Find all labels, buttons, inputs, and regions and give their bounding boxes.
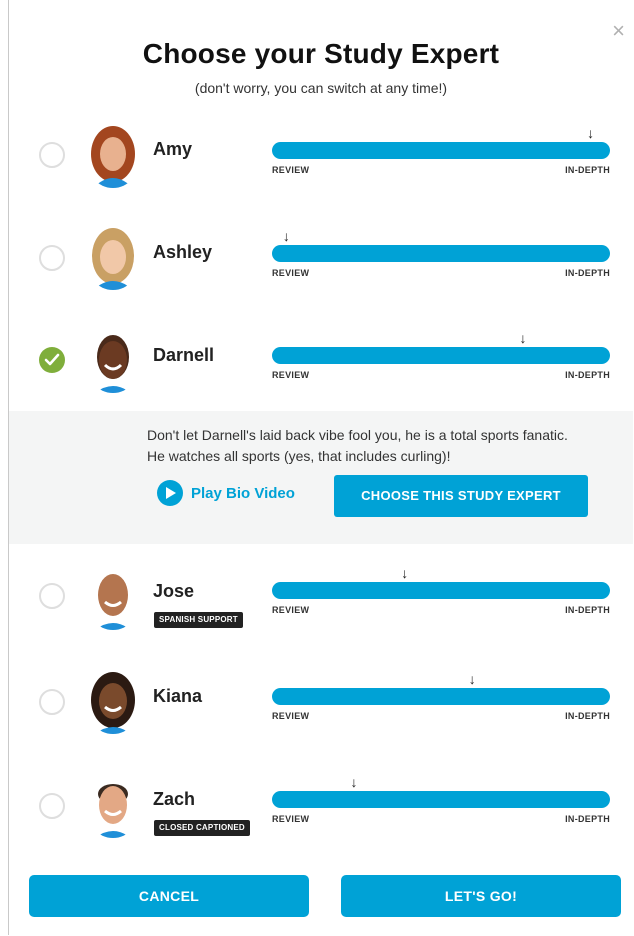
down-arrow-icon: ↓ — [282, 228, 290, 244]
depth-bar — [272, 582, 610, 599]
expert-name-darnell: Darnell — [153, 345, 215, 365]
expert-row-ashley[interactable]: Ashley ↓ REVIEW IN-DEPTH — [9, 206, 633, 310]
depth-scale-zach: ↓ REVIEW IN-DEPTH — [272, 775, 610, 825]
depth-scale-ashley: ↓ REVIEW IN-DEPTH — [272, 229, 610, 279]
radio-button-kiana[interactable] — [39, 689, 65, 715]
expert-row-jose[interactable]: Jose SPANISH SUPPORT ↓ REVIEW IN-DEPTH — [9, 544, 633, 651]
radio-button-darnell[interactable] — [39, 347, 65, 373]
avatar-kiana — [85, 670, 141, 734]
play-icon — [157, 480, 183, 506]
page-subtitle: (don't worry, you can switch at any time… — [194, 80, 448, 96]
in-depth-label: IN-DEPTH — [565, 814, 610, 824]
closed-captioned-badge: CLOSED CAPTIONED — [154, 820, 250, 836]
cancel-button[interactable]: CANCEL — [29, 875, 309, 917]
depth-bar — [272, 688, 610, 705]
expert-name-ashley: Ashley — [153, 242, 213, 262]
review-label: REVIEW — [272, 814, 310, 824]
depth-scale-darnell: ↓ REVIEW IN-DEPTH — [272, 331, 610, 381]
down-arrow-icon: ↓ — [587, 125, 595, 141]
expert-row-amy[interactable]: Amy ↓ REVIEW IN-DEPTH — [9, 102, 633, 207]
in-depth-label: IN-DEPTH — [565, 165, 610, 175]
avatar-zach — [85, 774, 141, 838]
checkmark-icon — [44, 353, 60, 366]
depth-scale-jose: ↓ REVIEW IN-DEPTH — [272, 566, 610, 616]
review-label: REVIEW — [272, 370, 310, 380]
expert-name-amy: Amy — [153, 139, 193, 159]
expert-row-darnell[interactable]: Darnell ↓ REVIEW IN-DEPTH — [9, 309, 633, 411]
avatar-amy — [85, 124, 141, 188]
down-arrow-icon: ↓ — [468, 671, 476, 687]
play-bio-video-link[interactable]: Play Bio Video — [157, 480, 295, 506]
expert-bio: Don't let Darnell's laid back vibe fool … — [147, 427, 568, 464]
radio-button-ashley[interactable] — [39, 245, 65, 271]
depth-bar — [272, 347, 610, 364]
expert-row-kiana[interactable]: Kiana ↓ REVIEW IN-DEPTH — [9, 650, 633, 755]
play-bio-video-label: Play Bio Video — [191, 484, 295, 502]
down-arrow-icon: ↓ — [350, 774, 358, 790]
avatar-ashley — [85, 226, 141, 290]
review-label: REVIEW — [272, 711, 310, 721]
modal-header: Choose your Study Expert (don't worry, y… — [9, 0, 633, 103]
avatar-darnell — [85, 329, 141, 393]
in-depth-label: IN-DEPTH — [565, 605, 610, 615]
review-label: REVIEW — [272, 268, 310, 278]
depth-scale-amy: ↓ REVIEW IN-DEPTH — [272, 126, 610, 176]
depth-scale-kiana: ↓ REVIEW IN-DEPTH — [272, 672, 610, 722]
down-arrow-icon: ↓ — [401, 565, 409, 581]
depth-bar — [272, 142, 610, 159]
in-depth-label: IN-DEPTH — [565, 268, 610, 278]
expert-name-zach: Zach — [153, 789, 196, 809]
radio-button-jose[interactable] — [39, 583, 65, 609]
down-arrow-icon: ↓ — [519, 330, 527, 346]
choose-study-expert-button[interactable]: CHOOSE THIS STUDY EXPERT — [334, 475, 588, 517]
page-title: Choose your Study Expert — [142, 38, 500, 69]
review-label: REVIEW — [272, 165, 310, 175]
radio-button-amy[interactable] — [39, 142, 65, 168]
in-depth-label: IN-DEPTH — [565, 370, 610, 380]
in-depth-label: IN-DEPTH — [565, 711, 610, 721]
spanish-support-badge: SPANISH SUPPORT — [154, 612, 243, 628]
expert-name-jose: Jose — [153, 581, 195, 601]
expert-row-zach[interactable]: Zach CLOSED CAPTIONED ↓ REVIEW IN-DEPTH — [9, 754, 633, 858]
radio-button-zach[interactable] — [39, 793, 65, 819]
depth-bar — [272, 245, 610, 262]
depth-bar — [272, 791, 610, 808]
review-label: REVIEW — [272, 605, 310, 615]
expert-name-kiana: Kiana — [153, 686, 203, 706]
study-expert-modal: × Choose your Study Expert (don't worry,… — [8, 0, 633, 935]
avatar-jose — [85, 566, 141, 630]
expert-detail-panel: Don't let Darnell's laid back vibe fool … — [9, 411, 633, 545]
lets-go-button[interactable]: LET'S GO! — [341, 875, 621, 917]
